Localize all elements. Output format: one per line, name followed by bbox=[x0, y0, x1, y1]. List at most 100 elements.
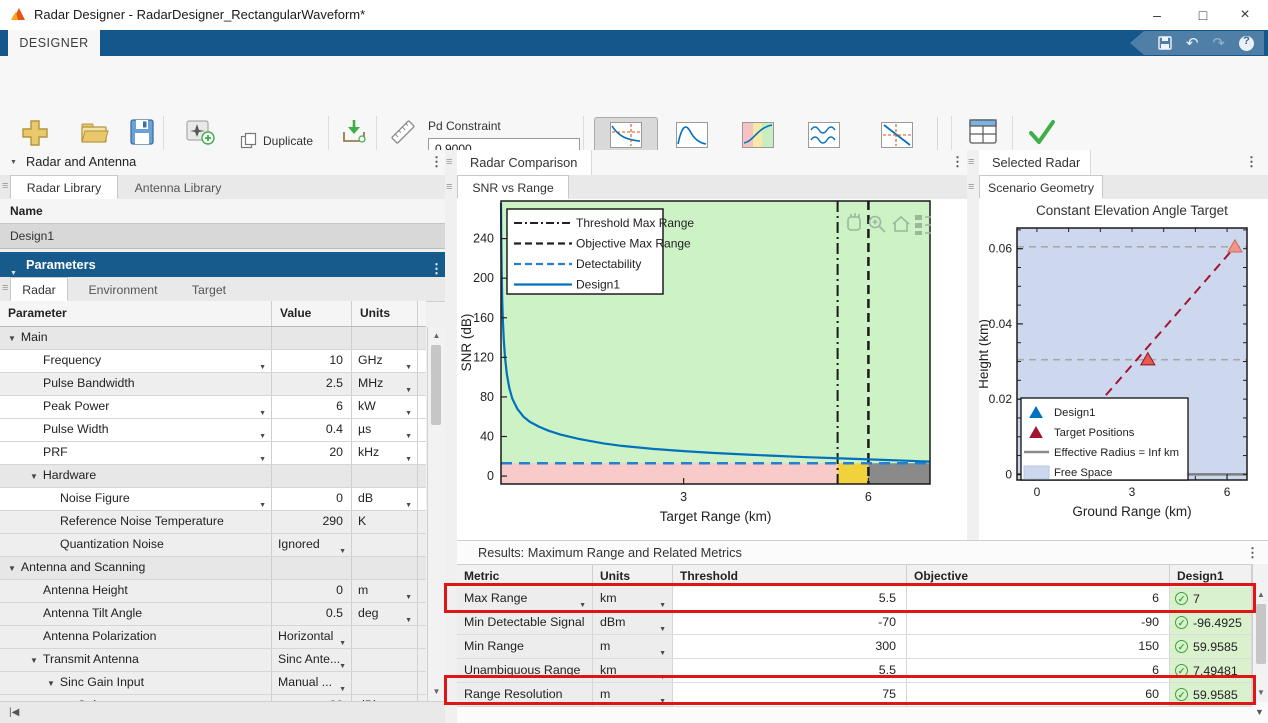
tab-target[interactable]: Target bbox=[178, 277, 240, 301]
results-scrollbar[interactable]: ▲ ▼ bbox=[1252, 564, 1268, 702]
dropdown-icon[interactable]: ▼ bbox=[405, 449, 412, 464]
drag-grip-icon[interactable]: ≡ bbox=[446, 156, 452, 168]
scroll-up-icon[interactable]: ▲ bbox=[1253, 590, 1268, 599]
param-row[interactable]: Noise Figure▼0dB▼ bbox=[0, 488, 426, 511]
collapse-panel-icon[interactable]: ▼ bbox=[10, 159, 17, 166]
tab-snr-vs-range[interactable]: SNR vs Range bbox=[457, 175, 569, 199]
dropdown-icon[interactable]: ▼ bbox=[405, 357, 412, 372]
objective-value[interactable]: 6 bbox=[907, 587, 1170, 610]
threshold-value[interactable]: 5.5 bbox=[673, 587, 907, 610]
param-value[interactable]: 6 bbox=[272, 396, 352, 418]
tree-collapse-icon[interactable]: ▼ bbox=[8, 564, 16, 573]
dropdown-icon[interactable]: ▼ bbox=[339, 679, 346, 694]
tab-environment[interactable]: Environment bbox=[69, 277, 177, 301]
param-value[interactable]: Ignored bbox=[278, 537, 320, 551]
param-row[interactable]: PRF▼20kHz▼ bbox=[0, 442, 426, 465]
dropdown-icon[interactable]: ▼ bbox=[405, 495, 412, 510]
scroll-up-icon[interactable]: ▲ bbox=[428, 331, 445, 340]
param-value[interactable]: 0.4 bbox=[272, 419, 352, 441]
param-value[interactable]: 0.5 bbox=[272, 603, 352, 625]
scroll-down-icon[interactable]: ▼ bbox=[428, 687, 445, 696]
param-value[interactable]: 290 bbox=[272, 511, 352, 533]
scroll-bottom-icon[interactable]: ▼ bbox=[1255, 707, 1264, 717]
param-value[interactable]: Manual ... bbox=[278, 675, 332, 689]
dropdown-icon[interactable]: ▼ bbox=[405, 426, 412, 441]
drag-grip-icon[interactable]: ≡ bbox=[2, 180, 8, 192]
dropdown-icon[interactable]: ▼ bbox=[259, 426, 266, 441]
dropdown-icon[interactable]: ▼ bbox=[405, 403, 412, 418]
dropdown-icon[interactable]: ▼ bbox=[659, 619, 666, 634]
param-scrollbar[interactable]: ▲ ▼ bbox=[427, 327, 445, 701]
scenario-geometry-chart[interactable]: 03600.020.040.06Constant Elevation Angle… bbox=[979, 200, 1268, 540]
dropdown-icon[interactable]: ▼ bbox=[659, 643, 666, 658]
param-unit[interactable]: K bbox=[352, 511, 418, 533]
tree-collapse-icon[interactable]: ▼ bbox=[30, 472, 38, 481]
param-row[interactable]: Antenna PolarizationHorizontal▼ bbox=[0, 626, 426, 649]
dropdown-icon[interactable]: ▼ bbox=[259, 495, 266, 510]
dropdown-icon[interactable]: ▼ bbox=[659, 595, 666, 610]
param-row[interactable]: ▼Hardware bbox=[0, 465, 426, 488]
dropdown-icon[interactable]: ▼ bbox=[405, 610, 412, 625]
collapse-left-panel-button[interactable]: |◀ bbox=[0, 701, 445, 723]
param-row[interactable]: Frequency▼10GHz▼ bbox=[0, 350, 426, 373]
tab-radar[interactable]: Radar bbox=[10, 277, 68, 301]
design-row[interactable]: Design1 bbox=[0, 224, 454, 249]
dropdown-icon[interactable]: ▼ bbox=[405, 587, 412, 602]
param-unit[interactable]: kW bbox=[358, 399, 376, 413]
dropdown-icon[interactable]: ▼ bbox=[259, 403, 266, 418]
panel-menu-icon[interactable]: ⋮ bbox=[1246, 545, 1259, 561]
threshold-value[interactable]: 5.5 bbox=[673, 659, 907, 682]
dropdown-icon[interactable]: ▼ bbox=[339, 541, 346, 556]
threshold-value[interactable]: 300 bbox=[673, 635, 907, 658]
tab-radar-library[interactable]: Radar Library bbox=[10, 175, 118, 199]
undo-icon[interactable]: ↶ bbox=[1186, 36, 1199, 51]
save-icon[interactable] bbox=[1158, 36, 1172, 50]
tab-scenario-geometry[interactable]: Scenario Geometry bbox=[979, 175, 1103, 199]
panel-menu-icon[interactable]: ⋮ bbox=[1245, 154, 1258, 170]
close-button[interactable]: × bbox=[1222, 0, 1268, 30]
param-row[interactable]: Antenna Height0m▼ bbox=[0, 580, 426, 603]
duplicate-button[interactable]: Duplicate bbox=[240, 132, 313, 149]
threshold-value[interactable]: 75 bbox=[673, 683, 907, 706]
param-unit[interactable]: µs bbox=[358, 422, 371, 436]
help-icon[interactable]: ? bbox=[1239, 36, 1254, 51]
objective-value[interactable]: -90 bbox=[907, 611, 1170, 634]
dropdown-icon[interactable]: ▼ bbox=[339, 656, 346, 671]
dropdown-icon[interactable]: ▼ bbox=[259, 357, 266, 372]
param-value[interactable]: 0 bbox=[272, 580, 352, 602]
param-row[interactable]: Antenna Tilt Angle0.5deg▼ bbox=[0, 603, 426, 626]
dropdown-icon[interactable]: ▼ bbox=[659, 691, 666, 706]
param-row[interactable]: Reference Noise Temperature290K bbox=[0, 511, 426, 534]
objective-value[interactable]: 60 bbox=[907, 683, 1170, 706]
param-unit[interactable]: m bbox=[358, 583, 368, 597]
param-row[interactable]: Quantization NoiseIgnored▼ bbox=[0, 534, 426, 557]
result-row-unambiguous-range[interactable]: Unambiguous Range km▼ 5.5 6 ✓7.49481 bbox=[457, 659, 1252, 683]
tree-collapse-icon[interactable]: ▼ bbox=[47, 679, 55, 688]
param-row[interactable]: ▼Sinc Gain InputManual ...▼ bbox=[0, 672, 426, 695]
drag-grip-icon[interactable]: ≡ bbox=[968, 156, 974, 168]
dropdown-icon[interactable]: ▼ bbox=[659, 667, 666, 682]
param-unit[interactable]: dB bbox=[358, 491, 373, 505]
param-value[interactable]: Sinc Ante... bbox=[278, 652, 340, 666]
param-unit[interactable]: GHz bbox=[358, 353, 383, 367]
tab-radar-comparison[interactable]: Radar Comparison bbox=[457, 150, 592, 175]
dropdown-icon[interactable]: ▼ bbox=[579, 595, 586, 610]
drag-grip-icon[interactable]: ≡ bbox=[446, 181, 452, 193]
objective-value[interactable]: 150 bbox=[907, 635, 1170, 658]
param-row[interactable]: ▼Transmit AntennaSinc Ante...▼ bbox=[0, 649, 426, 672]
tab-selected-radar[interactable]: Selected Radar bbox=[979, 150, 1091, 175]
param-row[interactable]: ▼Antenna and Scanning bbox=[0, 557, 426, 580]
drag-grip-icon[interactable]: ≡ bbox=[2, 282, 8, 294]
param-row[interactable]: Pulse Bandwidth2.5MHz▼ bbox=[0, 373, 426, 396]
tree-collapse-icon[interactable]: ▼ bbox=[30, 656, 38, 665]
threshold-value[interactable]: -70 bbox=[673, 611, 907, 634]
param-value[interactable]: 20 bbox=[272, 442, 352, 464]
objective-value[interactable]: 6 bbox=[907, 659, 1170, 682]
minimize-button[interactable]: – bbox=[1134, 0, 1180, 30]
scrollbar-thumb[interactable] bbox=[431, 345, 441, 425]
snr-vs-range-chart[interactable]: 0408012016020024036Target Range (km)SNR … bbox=[457, 200, 967, 540]
result-row-range-resolution[interactable]: Range Resolution m▼ 75 60 ✓59.9585 bbox=[457, 683, 1252, 707]
param-row[interactable]: ▼Main bbox=[0, 327, 426, 350]
result-row-min-range[interactable]: Min Range m▼ 300 150 ✓59.9585 bbox=[457, 635, 1252, 659]
param-value[interactable]: 2.5 bbox=[272, 373, 352, 395]
